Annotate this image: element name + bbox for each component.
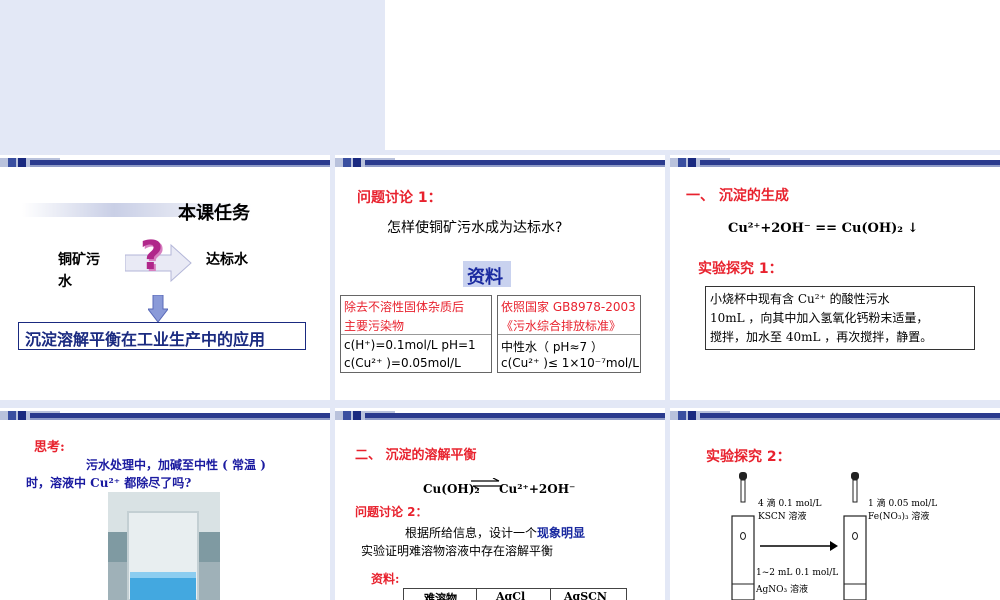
bottom-reagent-1: 1~2 mL 0.1 mol/L — [756, 568, 839, 578]
pollutant-title-1: 除去不溶性固体杂质后 — [344, 300, 465, 314]
think-heading: 思考: — [34, 440, 65, 455]
top-blank-band — [0, 0, 385, 150]
experiment-1-box: 小烧杯中现有含 Cu²⁺ 的酸性污水 10mL ，向其中加入氢氧化钙粉末适量， … — [705, 286, 975, 350]
discussion-1-heading: 问题讨论 1： — [357, 190, 442, 206]
table-header-agscn: AgSCN — [564, 590, 607, 600]
question-mark-icon: ? — [140, 233, 164, 279]
slide-thumbnail-2[interactable]: 问题讨论 1： 怎样使铜矿污水成为达标水? 资料 除去不溶性固体杂质后 主要污染… — [335, 155, 665, 400]
application-text: 沉淀溶解平衡在工业生产中的应用 — [25, 330, 266, 349]
application-box: 沉淀溶解平衡在工业生产中的应用 — [18, 322, 306, 350]
equilibrium-right: Cu²⁺+2OH⁻ — [499, 482, 576, 496]
precipitation-formation-heading: 一、 沉淀的生成 — [686, 188, 789, 204]
experiment-1-heading: 实验探究 1： — [698, 261, 783, 277]
divider — [498, 334, 640, 335]
table-divider — [476, 589, 477, 600]
think-line-1: 污水处理中，加碱至中性 ( 常温 ) — [86, 458, 266, 472]
table-header-agcl: AgCl — [496, 590, 526, 600]
left-reagent-2: KSCN 溶液 — [758, 512, 807, 522]
hydrogen-concentration: c(H⁺)=0.1mol/L pH=1 — [344, 338, 476, 352]
table-divider — [550, 589, 551, 600]
solubility-table: 难溶物 AgCl AgSCN — [403, 588, 627, 600]
slide-header-decoration — [335, 408, 665, 422]
slide-thumbnail-3[interactable]: 一、 沉淀的生成 Cu²⁺+2OH⁻ == Cu(OH)₂ ↓ 实验探究 1： … — [670, 155, 1000, 400]
standard-info-box: 依照国家 GB8978-2003 《污水综合排放标准》 中性水（ pH≈7 ） … — [497, 295, 641, 373]
copper-wastewater-label: 铜矿污 — [58, 252, 100, 268]
task-title: 本课任务 — [178, 203, 250, 224]
slide-header-decoration — [0, 155, 330, 169]
think-line-2: 时，溶液中 Cu²⁺ 都除尽了吗? — [26, 476, 192, 490]
discussion-2-heading: 问题讨论 2： — [355, 505, 428, 519]
neutral-water: 中性水（ pH≈7 ） — [501, 340, 603, 354]
experiment-2-heading: 实验探究 2： — [706, 449, 791, 465]
pollutant-title-2: 主要污染物 — [344, 319, 405, 333]
top-blank-area — [385, 0, 1000, 150]
down-arrow-icon — [148, 295, 168, 323]
resource-title: 资料 — [467, 267, 503, 288]
dissolution-equilibrium-heading: 二、 沉淀的溶解平衡 — [355, 448, 477, 463]
divider — [341, 334, 491, 335]
precipitation-equation: Cu²⁺+2OH⁻ == Cu(OH)₂ ↓ — [728, 221, 919, 236]
standard-title-1: 依照国家 GB8978-2003 — [501, 300, 636, 314]
slide-header-decoration — [0, 408, 330, 422]
discussion-2-line-2: 实验证明难溶物溶液中存在溶解平衡 — [361, 544, 554, 558]
standard-title-2: 《污水综合排放标准》 — [501, 319, 622, 333]
slide-thumbnail-6[interactable]: 实验探究 2： 4 滴 0.1 mol/L KSCN 溶液 1 滴 0.05 m… — [670, 408, 1000, 600]
slide-thumbnail-4[interactable]: 思考: 污水处理中，加碱至中性 ( 常温 ) 时，溶液中 Cu²⁺ 都除尽了吗? — [0, 408, 330, 600]
equilibrium-arrow-icon — [471, 478, 501, 490]
slide-header-decoration — [335, 155, 665, 169]
discussion-2-line-1: 根据所给信息，设计一个现象明显 — [405, 526, 586, 540]
slide-thumbnail-5[interactable]: 二、 沉淀的溶解平衡 Cu(OH)₂ Cu²⁺+2OH⁻ 问题讨论 2： 根据所… — [335, 408, 665, 600]
resource-heading: 资料: — [371, 572, 400, 586]
slide-thumbnail-1[interactable]: 本课任务 铜矿污 水 ? 达标水 沉淀溶解平衡在工业生产中的应用 — [0, 155, 330, 400]
left-reagent-1: 4 滴 0.1 mol/L — [758, 499, 822, 509]
left-dropper-tube-icon — [731, 472, 755, 600]
standard-water-label: 达标水 — [206, 252, 248, 268]
discussion-1-question: 怎样使铜矿污水成为达标水? — [387, 220, 563, 236]
experiment-1-line-2: 10mL ，向其中加入氢氧化钙粉末适量， — [710, 311, 929, 325]
right-dropper-tube-icon — [843, 472, 867, 600]
bottom-reagent-2: AgNO₃ 溶液 — [756, 585, 808, 595]
slide-header-decoration — [670, 408, 1000, 422]
table-header-substance: 难溶物 — [424, 592, 457, 600]
experiment-1-line-1: 小烧杯中现有含 Cu²⁺ 的酸性污水 — [710, 292, 890, 306]
beaker-photo — [108, 492, 220, 600]
right-reagent-2: Fe(NO₃)₃ 溶液 — [868, 512, 930, 522]
right-reagent-1: 1 滴 0.05 mol/L — [868, 499, 938, 509]
right-arrow-icon — [760, 541, 838, 551]
slide-header-decoration — [670, 155, 1000, 169]
copper-concentration: c(Cu²⁺ )=0.05mol/L — [344, 356, 461, 370]
copper-limit: c(Cu²⁺ )≤ 1×10⁻⁷mol/L — [501, 356, 639, 370]
copper-wastewater-label-2: 水 — [58, 274, 72, 290]
resource-title-box: 资料 — [463, 261, 511, 288]
pollutant-info-box: 除去不溶性固体杂质后 主要污染物 c(H⁺)=0.1mol/L pH=1 c(C… — [340, 295, 492, 373]
experiment-1-line-3: 搅拌，加水至 40mL ，再次搅拌，静置。 — [710, 330, 933, 344]
